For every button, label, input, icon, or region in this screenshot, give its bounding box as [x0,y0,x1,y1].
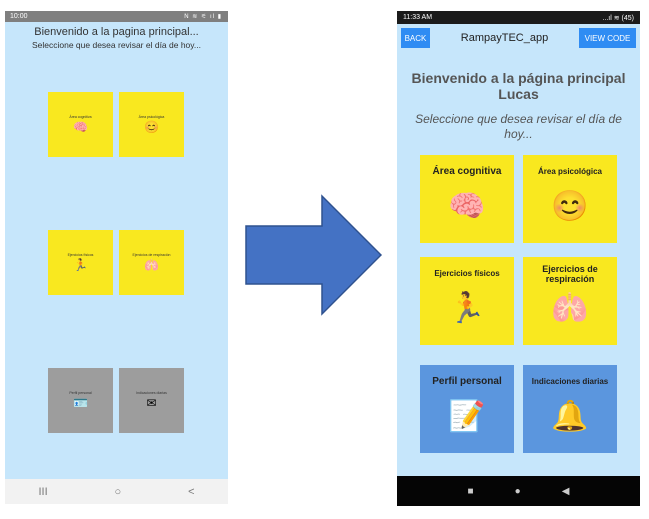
tile-label: Ejercicios de respiración [132,253,171,257]
tile-perfil-personal[interactable]: Perfil personal 📝 [420,365,514,453]
tile-label: Indicaciones diarias [531,377,609,386]
status-icons: N ≋ ⚟ ıl ▮ [184,14,222,20]
tile-ejercicios-respiracion[interactable]: Ejercicios de respiración 🫁 [119,230,184,295]
tile-label: Perfil personal [69,391,92,395]
emoji-icon: 😊 [551,190,589,223]
tile-label: Ejercicios físicos [67,253,94,257]
tile-label: Área cognitiva [432,166,502,177]
tile-label: Área cognitiva [69,115,92,119]
right-phone-screen: 11:33 AM ...ıl ≋ (45) BACK RampayTEC_app… [397,11,640,506]
tile-ejercicios-fisicos[interactable]: Ejercicios físicos 🏃 [48,230,113,295]
id-card-icon: 🪪 [73,396,88,410]
page-subtitle: Seleccione que desea revisar el día de h… [415,112,622,141]
tile-label: Perfil personal [432,376,502,387]
tile-label: Ejercicios de respiración [542,264,598,284]
tile-label: Área psicológica [537,167,603,176]
lungs-icon: 🫁 [551,292,589,325]
tile-ejercicios-fisicos[interactable]: Ejercicios físicos 🏃 [420,257,514,345]
recents-button[interactable]: III [38,486,47,498]
tile-label: Área psicológica [138,115,165,119]
status-time: 10:00 [10,13,28,20]
left-phone-screen: 10:00 N ≋ ⚟ ıl ▮ Bienvenido a la pagina … [5,11,228,504]
tile-area-psicologica[interactable]: Área psicológica 😊 [119,92,184,157]
brain-icon: 🧠 [448,190,486,223]
home-button[interactable]: ● [515,486,521,497]
tile-ejercicios-respiracion[interactable]: Ejercicios de respiración 🫁 [523,257,617,345]
view-code-button[interactable]: VIEW CODE [579,28,636,48]
status-bar: 10:00 N ≋ ⚟ ıl ▮ [5,11,228,22]
tile-label: Indicaciones diarias [136,391,167,395]
tile-label: Ejercicios físicos [434,269,500,278]
tile-area-cognitiva[interactable]: Área cognitiva 🧠 [48,92,113,157]
recents-button[interactable]: ■ [468,486,474,497]
tile-perfil-personal[interactable]: Perfil personal 🪪 [48,368,113,433]
tile-area-cognitiva[interactable]: Área cognitiva 🧠 [420,155,514,243]
app-bar: BACK RampayTEC_app VIEW CODE [397,24,640,52]
status-time: 11:33 AM [403,14,433,21]
system-nav-bar: III ○ < [5,479,228,504]
system-nav-bar: ■ ● ◀ [397,476,640,506]
page-title: Bienvenido a la pagina principal... [34,26,199,38]
home-button[interactable]: ○ [115,486,122,498]
back-nav-button[interactable]: ◀ [562,486,570,497]
page-title: Bienvenido a la página principal Lucas [411,70,626,102]
back-nav-button[interactable]: < [188,486,194,498]
runner-icon: 🏃 [73,258,88,272]
status-bar: 11:33 AM ...ıl ≋ (45) [397,11,640,24]
runner-icon: 🏃 [448,292,486,325]
profile-form-icon: 📝 [448,400,486,433]
envelope-icon: ✉ [146,396,157,410]
right-arrow-icon [245,194,383,316]
tile-area-psicologica[interactable]: Área psicológica 😊 [523,155,617,243]
back-button[interactable]: BACK [401,28,430,48]
page-subtitle: Seleccione que desea revisar el día de h… [31,40,201,50]
brain-icon: 🧠 [73,120,88,134]
status-icons: ...ıl ≋ (45) [602,14,634,22]
app-title: RampayTEC_app [460,32,549,44]
lungs-icon: 🫁 [144,258,159,272]
tile-indicaciones-diarias[interactable]: Indicaciones diarias 🔔 [523,365,617,453]
bell-envelope-icon: 🔔 [551,400,589,433]
tile-indicaciones-diarias[interactable]: Indicaciones diarias ✉ [119,368,184,433]
emoji-icon: 😊 [144,120,159,134]
